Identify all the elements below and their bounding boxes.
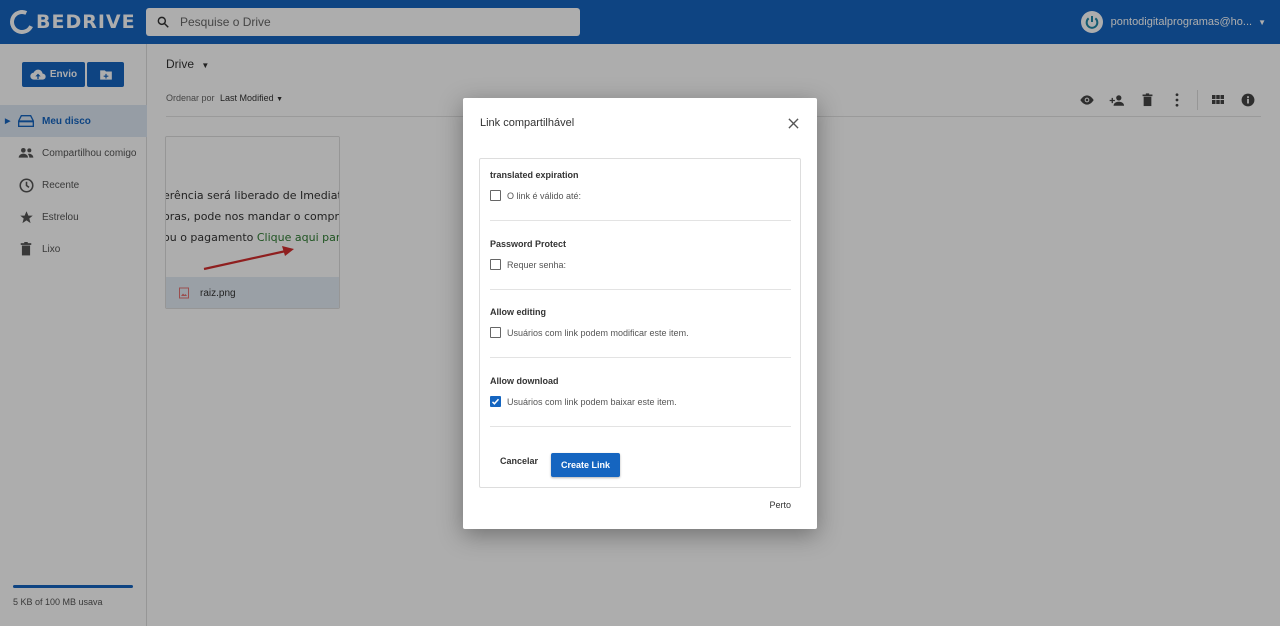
- close-icon: [787, 117, 799, 129]
- section-divider: [490, 357, 791, 358]
- expiration-section: translated expiration O link é válido at…: [490, 170, 791, 201]
- download-checkbox[interactable]: [490, 396, 501, 407]
- dialog-title: Link compartilhável: [480, 117, 575, 129]
- section-divider: [490, 220, 791, 221]
- editing-option[interactable]: Usuários com link podem modificar este i…: [490, 327, 791, 338]
- share-link-dialog: Link compartilhável translated expiratio…: [463, 98, 817, 529]
- section-divider: [490, 289, 791, 290]
- close-button[interactable]: [785, 115, 801, 131]
- download-option[interactable]: Usuários com link podem baixar este item…: [490, 396, 791, 407]
- editing-checkbox[interactable]: [490, 327, 501, 338]
- cancel-button[interactable]: Cancelar: [500, 456, 538, 466]
- option-label: O link é válido até:: [507, 190, 582, 201]
- section-label: Allow editing: [490, 307, 546, 317]
- section-label: Allow download: [490, 376, 559, 386]
- password-checkbox[interactable]: [490, 259, 501, 270]
- expiration-checkbox[interactable]: [490, 190, 501, 201]
- expiration-option[interactable]: O link é válido até:: [490, 190, 791, 201]
- download-section: Allow download Usuários com link podem b…: [490, 376, 791, 407]
- section-divider: [490, 426, 791, 427]
- password-section: Password Protect Requer senha:: [490, 239, 791, 270]
- create-link-button[interactable]: Create Link: [551, 453, 620, 477]
- option-label: Usuários com link podem baixar este item…: [507, 396, 677, 407]
- dialog-close-text-button[interactable]: Perto: [769, 500, 791, 510]
- link-options-panel: translated expiration O link é válido at…: [479, 158, 801, 488]
- editing-section: Allow editing Usuários com link podem mo…: [490, 307, 791, 338]
- checkmark-icon: [491, 398, 500, 405]
- password-option[interactable]: Requer senha:: [490, 259, 791, 270]
- option-label: Usuários com link podem modificar este i…: [507, 327, 689, 338]
- option-label: Requer senha:: [507, 259, 567, 270]
- section-label: translated expiration: [490, 170, 579, 180]
- section-label: Password Protect: [490, 239, 567, 249]
